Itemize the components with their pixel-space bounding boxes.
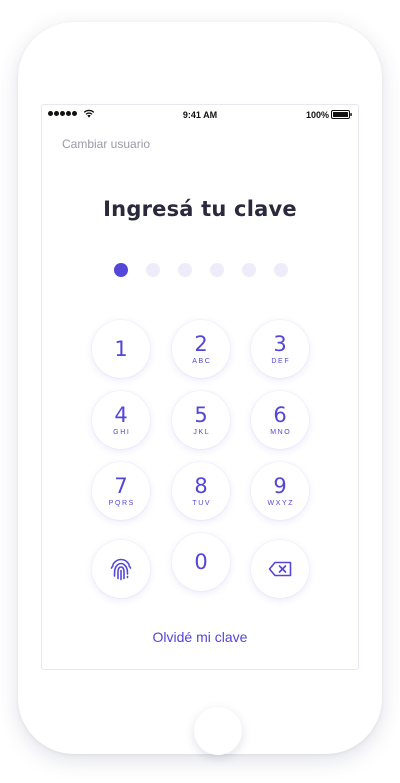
key-9[interactable]: 9 WXYZ [251, 462, 309, 520]
key-5[interactable]: 5 JKL [172, 391, 230, 449]
key-3[interactable]: 3 DEF [251, 320, 309, 378]
key-digit: 2 [194, 331, 208, 356]
key-6[interactable]: 6 MNO [251, 391, 309, 449]
key-digit: 5 [194, 402, 208, 427]
key-letters: DEF [271, 357, 291, 365]
key-digit: 3 [273, 331, 287, 356]
key-digit: 1 [114, 337, 128, 361]
key-2[interactable]: 2 ABC [172, 320, 230, 378]
key-0[interactable]: 0 [172, 533, 230, 591]
home-button[interactable] [194, 707, 242, 755]
fingerprint-icon [110, 558, 132, 581]
app-screen: 9:41 AM 100% Cambiar usuario Ingresá tu … [41, 104, 359, 670]
key-digit: 0 [194, 550, 208, 574]
key-4[interactable]: 4 GHI [92, 391, 150, 449]
key-digit: 8 [194, 473, 208, 498]
fingerprint-button[interactable] [92, 540, 150, 598]
key-letters: MNO [270, 428, 292, 436]
key-letters: GHI [113, 428, 131, 436]
backspace-icon [268, 561, 292, 577]
key-letters: JKL [193, 428, 211, 436]
key-letters: TUV [192, 499, 212, 507]
delete-button[interactable] [251, 540, 309, 598]
key-letters: PQRS [108, 499, 135, 507]
key-letters: ABC [192, 357, 212, 365]
key-digit: 4 [114, 402, 128, 427]
key-8[interactable]: 8 TUV [172, 462, 230, 520]
keypad: 1 2 ABC 3 DEF 4 GHI 5 JKL 6 MNO 7 PQRS 8 [42, 105, 358, 669]
key-digit: 7 [114, 473, 128, 498]
key-7[interactable]: 7 PQRS [92, 462, 150, 520]
forgot-password-link[interactable]: Olvidé mi clave [42, 629, 358, 645]
key-letters: WXYZ [267, 499, 295, 507]
key-digit: 6 [273, 402, 287, 427]
key-1[interactable]: 1 [92, 320, 150, 378]
key-digit: 9 [273, 473, 287, 498]
